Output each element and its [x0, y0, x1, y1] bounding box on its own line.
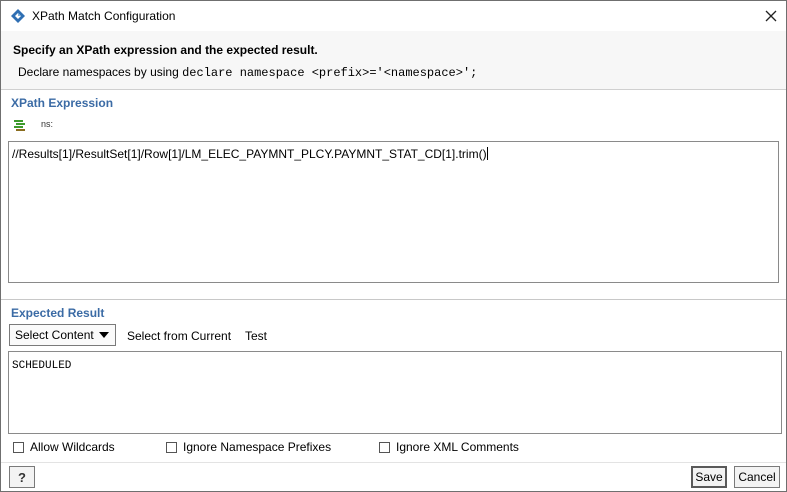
namespace-syntax-code: declare namespace <prefix>='<namespace>'… [182, 66, 478, 80]
close-button[interactable] [759, 5, 783, 27]
ignore-xml-comments-label: Ignore XML Comments [396, 440, 519, 454]
ignore-xml-comments-option[interactable]: Ignore XML Comments [379, 440, 519, 454]
ignore-xml-comments-checkbox[interactable] [379, 441, 390, 453]
app-logo-icon [11, 9, 25, 23]
select-from-current-button[interactable]: Select from Current [127, 329, 231, 343]
allow-wildcards-checkbox[interactable] [13, 441, 24, 453]
namespace-label: ns: [41, 119, 54, 129]
ignore-namespace-prefixes-option[interactable]: Ignore Namespace Prefixes [166, 440, 331, 454]
header-heading: Specify an XPath expression and the expe… [13, 43, 318, 57]
dropdown-arrow-icon [99, 332, 109, 338]
ignore-namespace-prefixes-checkbox[interactable] [166, 441, 177, 453]
section-divider [1, 299, 786, 300]
cancel-button[interactable]: Cancel [734, 466, 780, 488]
expected-result-section-title: Expected Result [11, 306, 105, 320]
allow-wildcards-option[interactable]: Allow Wildcards [13, 440, 115, 454]
close-icon [765, 10, 777, 22]
select-content-dropdown[interactable]: Select Content [9, 324, 116, 346]
xpath-expression-input[interactable]: //Results[1]/ResultSet[1]/Row[1]/LM_ELEC… [8, 141, 779, 283]
namespace-icon[interactable] [13, 118, 27, 132]
allow-wildcards-label: Allow Wildcards [30, 440, 115, 454]
header-description-text: Declare namespaces by using [18, 65, 183, 79]
select-content-label: Select Content [15, 328, 94, 342]
save-button[interactable]: Save [691, 466, 727, 488]
header-description: Declare namespaces by using declare name… [18, 65, 477, 80]
expected-result-text: SCHEDULED [12, 360, 72, 372]
dialog-header: Specify an XPath expression and the expe… [1, 31, 786, 90]
xpath-expression-text: //Results[1]/ResultSet[1]/Row[1]/LM_ELEC… [12, 147, 487, 161]
expected-result-input[interactable]: SCHEDULED [8, 351, 782, 434]
window-title: XPath Match Configuration [32, 9, 176, 23]
title-bar: XPath Match Configuration [1, 1, 786, 31]
help-button[interactable]: ? [9, 466, 35, 488]
footer-divider [1, 462, 786, 463]
test-button[interactable]: Test [245, 329, 267, 343]
text-caret [486, 147, 488, 160]
ignore-namespace-prefixes-label: Ignore Namespace Prefixes [183, 440, 332, 454]
xpath-section-title: XPath Expression [11, 96, 114, 110]
xpath-match-dialog: XPath Match Configuration Specify an XPa… [0, 0, 787, 492]
